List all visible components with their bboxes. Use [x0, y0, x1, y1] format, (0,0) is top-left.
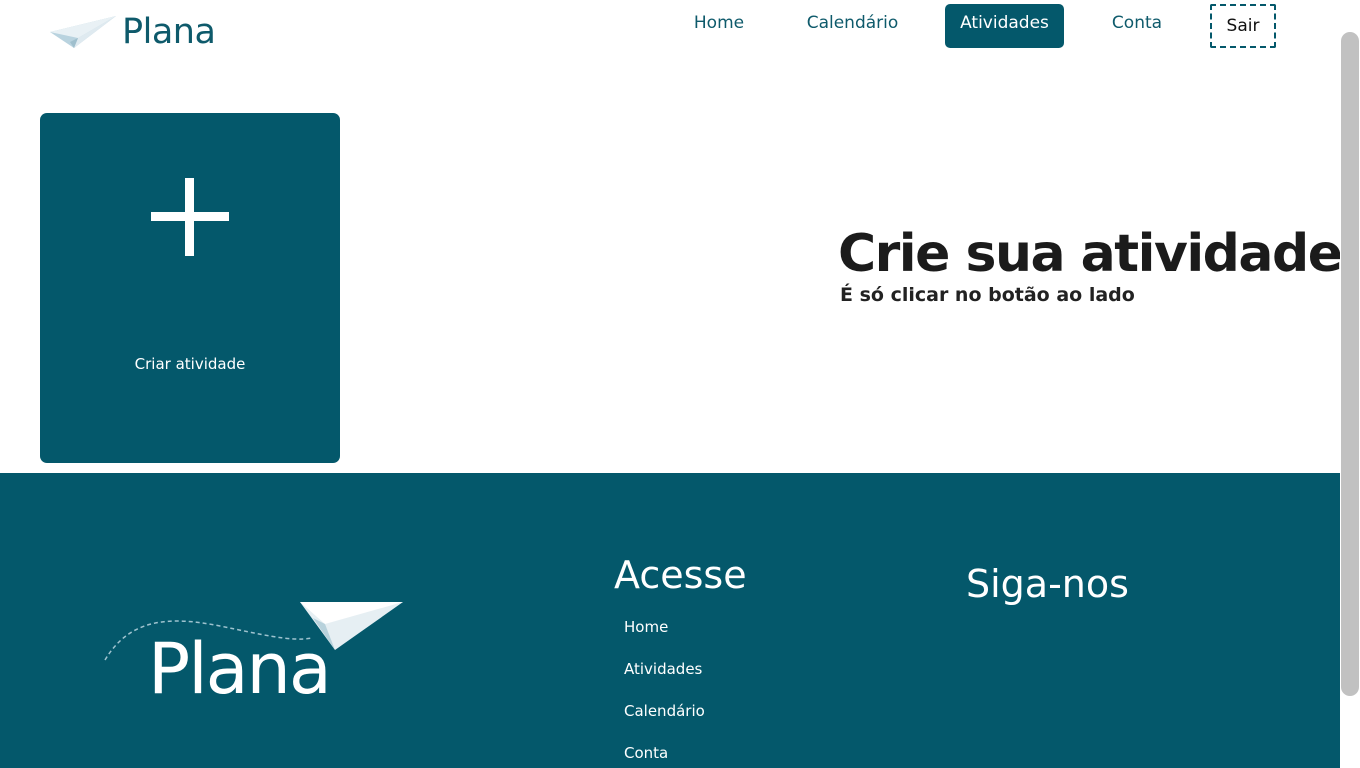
- logo-text: Plana: [122, 12, 216, 52]
- logout-button[interactable]: Sair: [1210, 4, 1276, 48]
- hero-subtitle: É só clicar no botão ao lado: [840, 284, 1135, 306]
- footer-logo-text: Plana: [148, 628, 332, 710]
- footer-links: Home Atividades Calendário Conta: [624, 618, 705, 768]
- create-activity-button[interactable]: Criar atividade: [40, 113, 340, 463]
- footer-siga-title: Siga-nos: [966, 562, 1129, 606]
- header-logo[interactable]: Plana: [48, 12, 228, 56]
- footer-link-calendario[interactable]: Calendário: [624, 702, 705, 744]
- nav-atividades[interactable]: Atividades: [945, 4, 1064, 48]
- plus-icon: [151, 178, 229, 256]
- create-activity-label: Criar atividade: [134, 355, 246, 373]
- hero-title: Crie sua atividade!: [838, 224, 1360, 284]
- footer-acesse-title: Acesse: [614, 553, 747, 597]
- nav-conta[interactable]: Conta: [1106, 4, 1168, 48]
- site-footer: Plana Acesse Home Atividades Calendário …: [0, 473, 1340, 768]
- footer-link-atividades[interactable]: Atividades: [624, 660, 705, 702]
- nav-home[interactable]: Home: [690, 4, 748, 48]
- footer-link-home[interactable]: Home: [624, 618, 705, 660]
- footer-link-conta[interactable]: Conta: [624, 744, 705, 768]
- footer-logo: Plana: [100, 598, 410, 728]
- site-header: Plana Home Calendário Atividades Conta S…: [0, 0, 1340, 70]
- scrollbar-thumb[interactable]: [1341, 32, 1359, 696]
- paper-plane-icon: [50, 16, 116, 48]
- nav-calendario[interactable]: Calendário: [800, 4, 905, 48]
